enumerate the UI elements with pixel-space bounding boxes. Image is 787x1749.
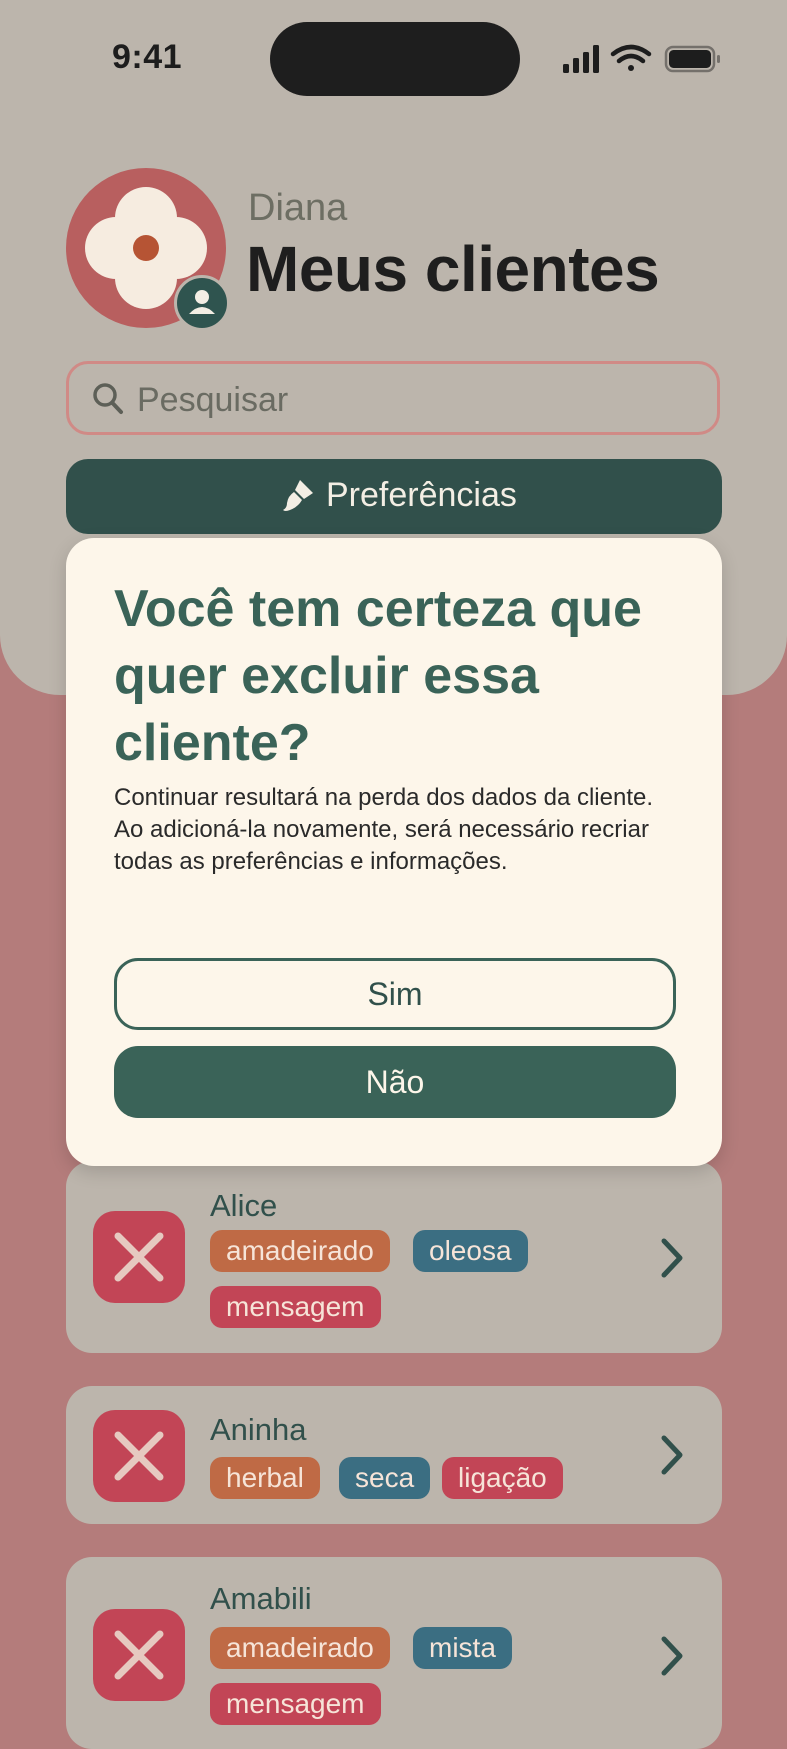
close-icon bbox=[114, 1630, 164, 1680]
brush-icon bbox=[283, 480, 313, 511]
close-icon bbox=[114, 1232, 164, 1282]
delete-client-button[interactable] bbox=[93, 1211, 185, 1303]
preferences-label: Preferências bbox=[326, 476, 517, 514]
tag-skin: seca bbox=[339, 1457, 431, 1499]
page-title: Meus clientes bbox=[246, 233, 660, 305]
tag-scent: herbal bbox=[210, 1457, 320, 1499]
chevron-right-icon[interactable] bbox=[656, 1236, 688, 1280]
client-name: Amabili bbox=[210, 1581, 312, 1616]
tag-scent: amadeirado bbox=[210, 1627, 390, 1669]
tag-skin: oleosa bbox=[413, 1230, 528, 1272]
dialog-title: Você tem certeza que quer excluir essa c… bbox=[114, 580, 642, 772]
person-icon bbox=[189, 290, 215, 314]
delete-client-button[interactable] bbox=[93, 1410, 185, 1502]
tag-contact: mensagem bbox=[210, 1286, 381, 1328]
client-name: Alice bbox=[210, 1188, 278, 1223]
confirm-button[interactable]: Sim bbox=[114, 958, 676, 1030]
chevron-right-icon[interactable] bbox=[656, 1433, 688, 1477]
profile-badge-icon[interactable] bbox=[174, 275, 230, 331]
tag-contact: ligação bbox=[442, 1457, 563, 1499]
delete-client-button[interactable] bbox=[93, 1609, 185, 1701]
battery-icon bbox=[664, 45, 720, 73]
signal-icon bbox=[563, 45, 599, 73]
dialog-message: Continuar resultará na perda dos dados d… bbox=[114, 784, 654, 875]
dynamic-island bbox=[270, 22, 520, 96]
client-name: Aninha bbox=[210, 1412, 307, 1447]
user-name: Diana bbox=[248, 187, 348, 229]
tag-scent: amadeirado bbox=[210, 1230, 390, 1272]
chevron-right-icon[interactable] bbox=[656, 1634, 688, 1678]
status-bar: 9:41 bbox=[0, 0, 787, 110]
status-icons bbox=[563, 44, 720, 73]
client-card[interactable]: Alice amadeirado oleosa mensagem bbox=[66, 1161, 722, 1353]
close-icon bbox=[114, 1431, 164, 1481]
cancel-button[interactable]: Não bbox=[114, 1046, 676, 1118]
search-icon bbox=[93, 383, 123, 414]
tag-skin: mista bbox=[413, 1627, 512, 1669]
wifi-icon bbox=[610, 44, 652, 71]
search-input[interactable]: Pesquisar bbox=[66, 361, 720, 435]
client-card[interactable]: Amabili amadeirado mista mensagem bbox=[66, 1557, 722, 1749]
preferences-button[interactable]: Preferências bbox=[66, 459, 722, 534]
tag-contact: mensagem bbox=[210, 1683, 381, 1725]
client-card[interactable]: Aninha herbal seca ligação bbox=[66, 1386, 722, 1524]
status-time: 9:41 bbox=[112, 38, 183, 76]
search-placeholder: Pesquisar bbox=[137, 381, 289, 419]
delete-confirmation-dialog: Você tem certeza que quer excluir essa c… bbox=[66, 538, 722, 1166]
